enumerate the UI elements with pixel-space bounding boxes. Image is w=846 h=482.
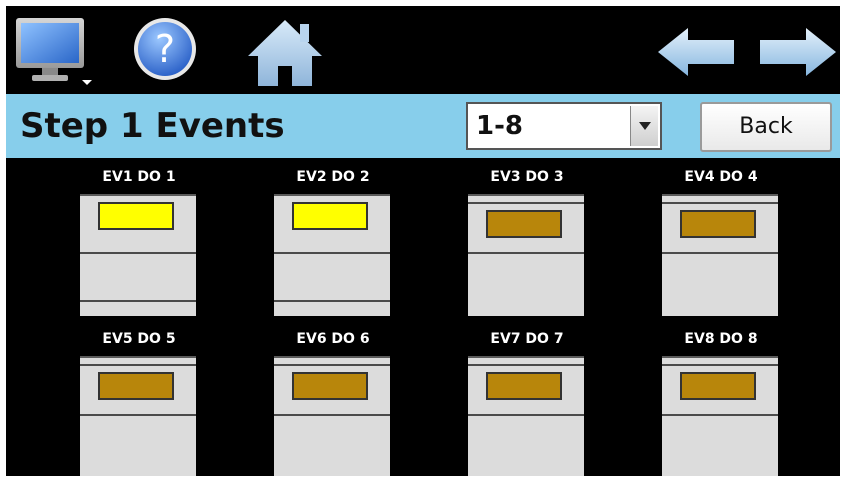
event-box[interactable] <box>662 356 778 476</box>
event-label: EV2 DO 2 <box>296 169 370 185</box>
home-icon[interactable] <box>246 16 324 88</box>
event-box[interactable] <box>468 194 584 316</box>
event-box[interactable] <box>274 194 390 316</box>
divider <box>80 414 196 416</box>
divider <box>274 364 390 366</box>
divider <box>80 364 196 366</box>
event-indicator <box>98 202 174 230</box>
divider <box>662 252 778 254</box>
divider <box>662 414 778 416</box>
event-indicator <box>486 372 562 400</box>
event-box[interactable] <box>468 356 584 476</box>
monitor-icon[interactable] <box>14 16 94 86</box>
event-label: EV5 DO 5 <box>102 331 176 347</box>
divider <box>274 252 390 254</box>
event-box[interactable] <box>662 194 778 316</box>
divider <box>468 414 584 416</box>
range-select[interactable]: 1-8 <box>466 102 662 150</box>
divider <box>468 252 584 254</box>
event-label: EV1 DO 1 <box>102 169 176 185</box>
event-box[interactable] <box>80 356 196 476</box>
header-bar: Step 1 Events 1-8 Back <box>6 94 840 158</box>
divider <box>662 202 778 204</box>
event-label: EV6 DO 6 <box>296 331 370 347</box>
event-box[interactable] <box>274 356 390 476</box>
page-title: Step 1 Events <box>20 106 285 146</box>
divider <box>468 364 584 366</box>
divider <box>274 414 390 416</box>
event-indicator <box>680 372 756 400</box>
event-indicator <box>98 372 174 400</box>
range-select-value: 1-8 <box>476 111 523 141</box>
divider <box>80 300 196 302</box>
svg-text:?: ? <box>155 27 175 71</box>
event-indicator <box>292 202 368 230</box>
help-icon[interactable]: ? <box>132 16 198 82</box>
toolbar: ? <box>6 6 840 92</box>
event-label: EV4 DO 4 <box>684 169 758 185</box>
event-indicator <box>486 210 562 238</box>
back-button[interactable]: Back <box>700 102 832 152</box>
chevron-down-icon[interactable] <box>630 106 658 146</box>
event-indicator <box>292 372 368 400</box>
divider <box>662 364 778 366</box>
arrow-left-icon[interactable] <box>656 26 736 78</box>
divider <box>274 300 390 302</box>
divider <box>80 252 196 254</box>
event-label: EV8 DO 8 <box>684 331 758 347</box>
event-label: EV7 DO 7 <box>490 331 564 347</box>
event-box[interactable] <box>80 194 196 316</box>
event-label: EV3 DO 3 <box>490 169 564 185</box>
divider <box>468 202 584 204</box>
event-indicator <box>680 210 756 238</box>
events-grid: EV1 DO 1 EV2 DO 2 EV3 DO 3 EV4 DO 4 EV5 … <box>6 158 840 476</box>
screen: ? Step 1 Events 1-8 Back EV1 DO 1 EV2 DO… <box>6 6 840 476</box>
arrow-right-icon[interactable] <box>758 26 838 78</box>
